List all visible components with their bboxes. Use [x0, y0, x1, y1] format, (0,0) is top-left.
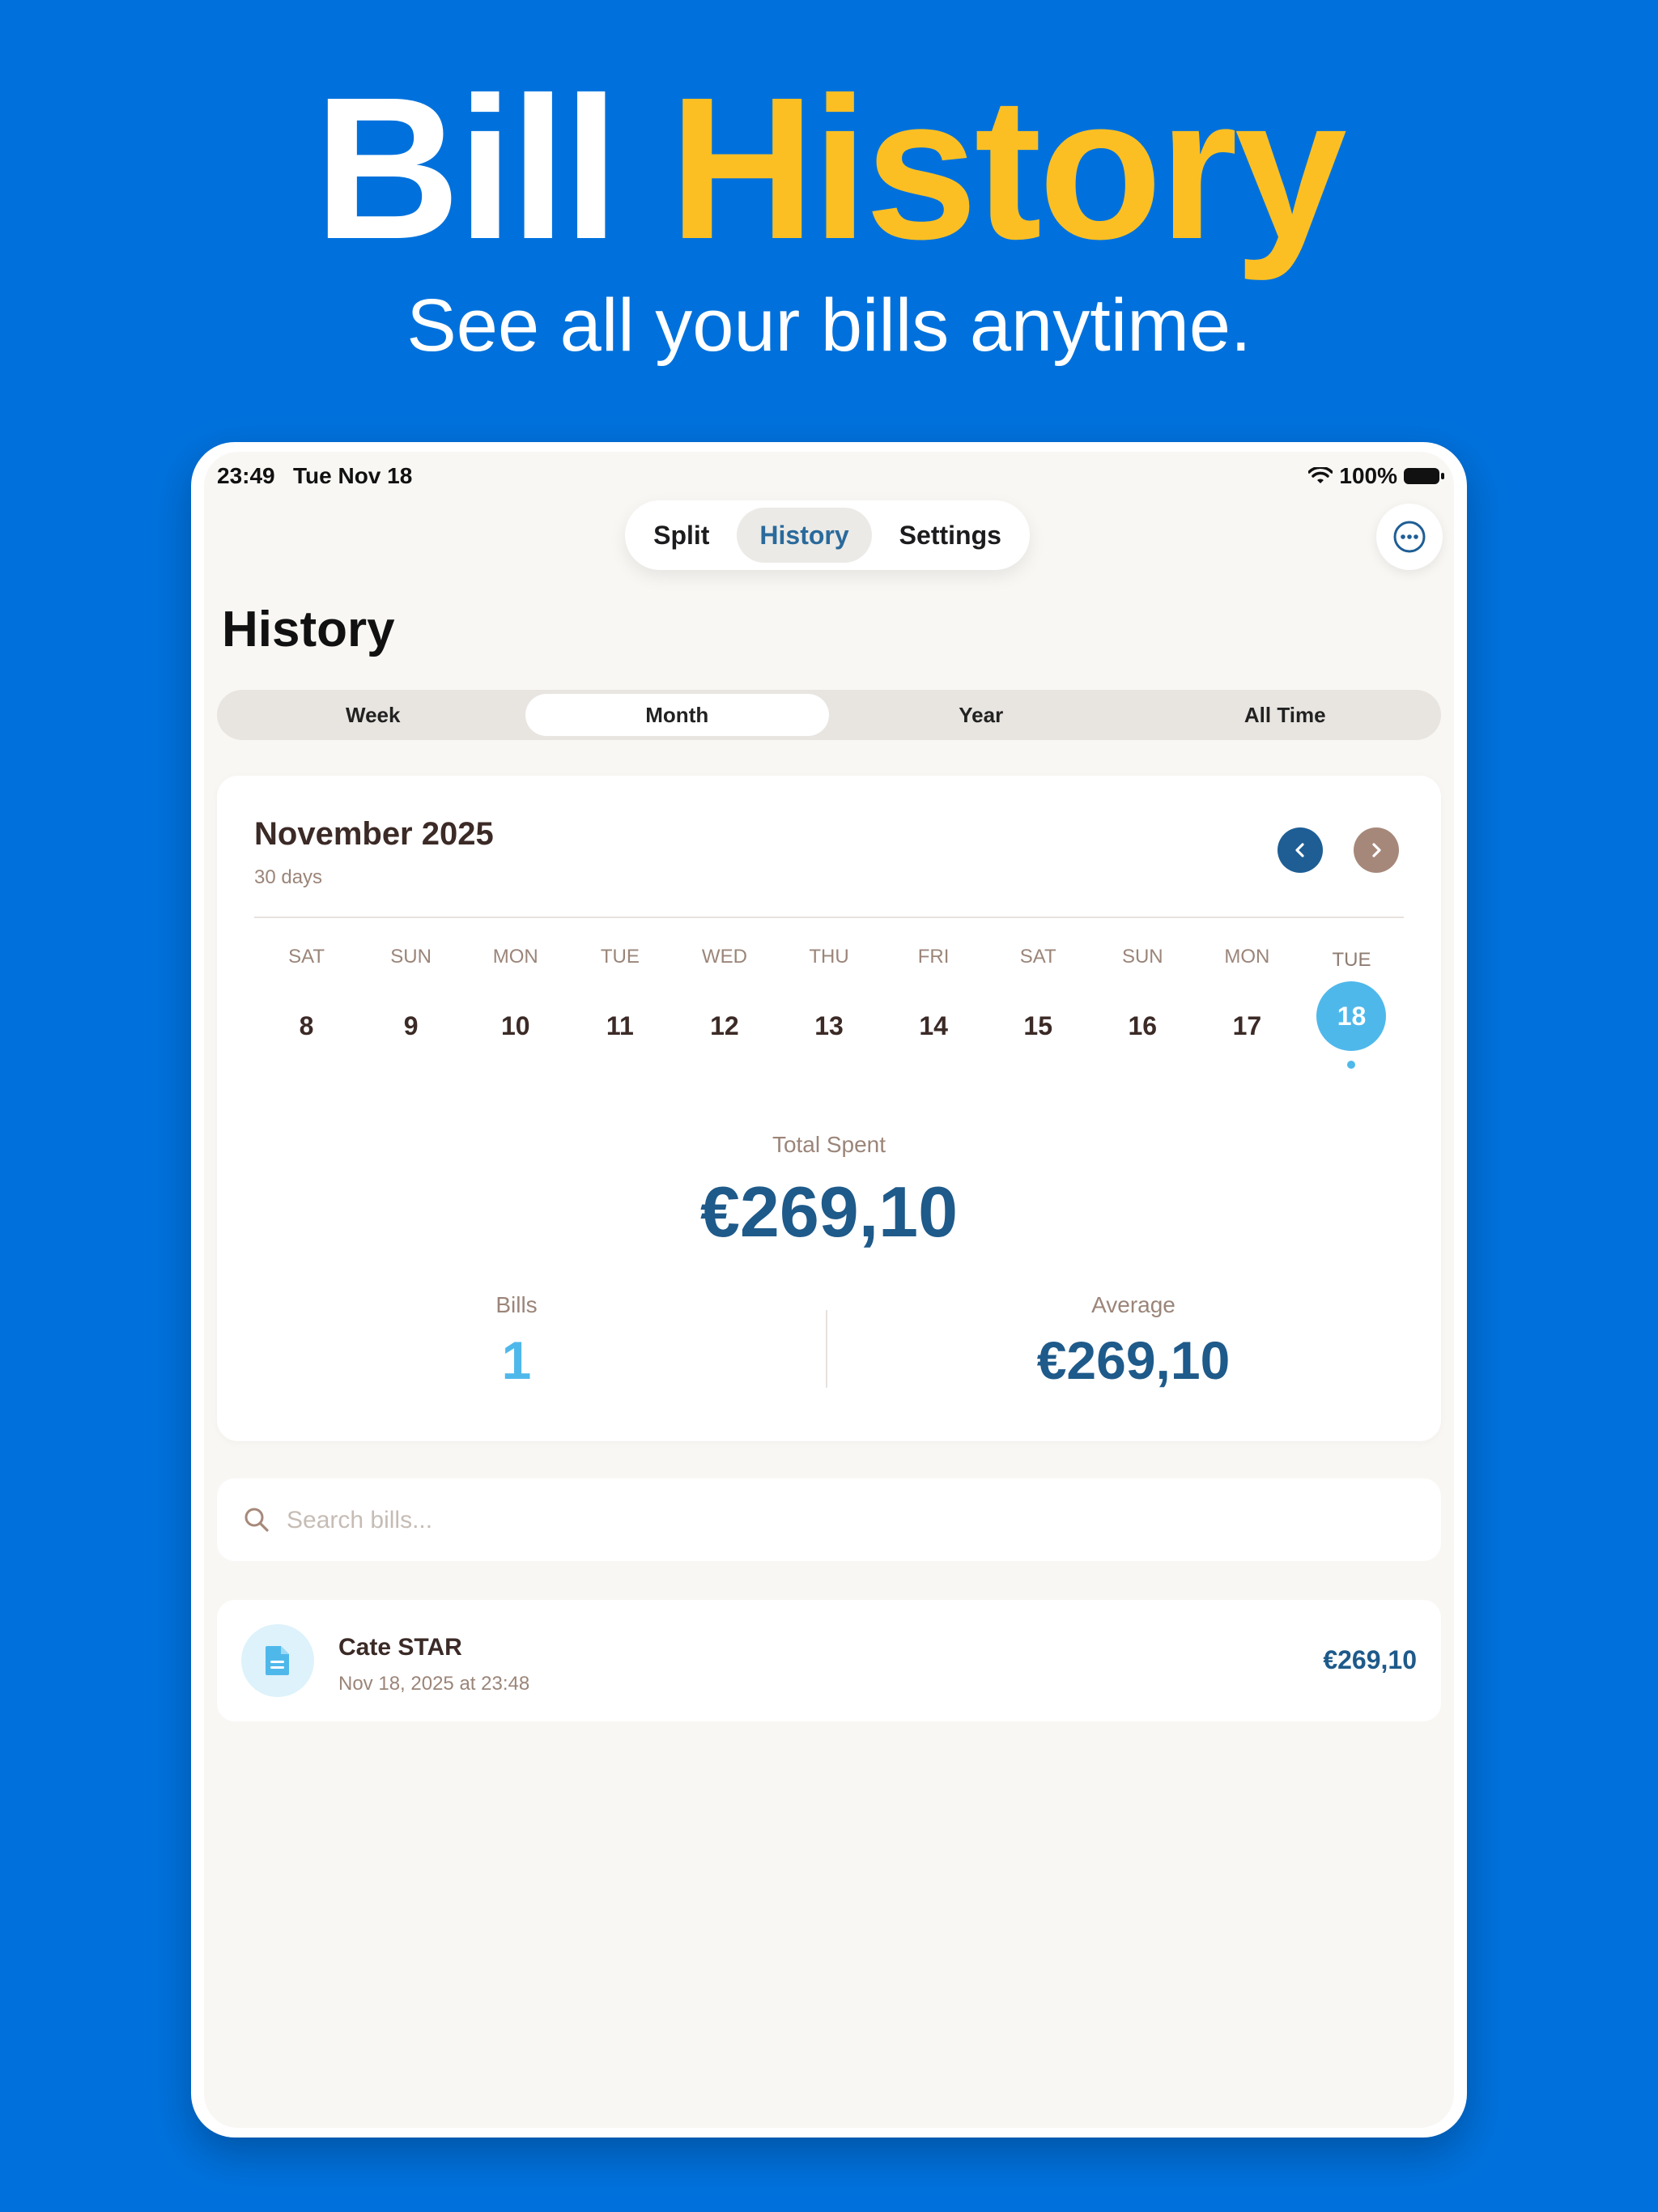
promo-headline: Bill History [0, 57, 1658, 279]
tablet-frame: 23:49 Tue Nov 18 100% Split History Sett… [191, 442, 1467, 2138]
document-icon [266, 1646, 289, 1675]
day-number: 18 [1316, 981, 1387, 1051]
total-spent-value: €269,10 [699, 1172, 959, 1252]
chevron-right-icon [1372, 843, 1381, 857]
day-of-week: TUE [600, 946, 640, 968]
status-time: 23:49 [217, 463, 275, 488]
day-of-week: MON [492, 946, 538, 968]
search-icon [244, 1508, 269, 1532]
day-of-week: WED [701, 946, 747, 968]
status-indicators: 100% [1308, 463, 1444, 489]
day-of-week: MON [1224, 946, 1270, 968]
day-number: 17 [1232, 1010, 1262, 1040]
battery-icon [1404, 468, 1444, 484]
status-date: Tue Nov 18 [293, 463, 413, 488]
day-item[interactable]: SAT 15 [986, 938, 1090, 1083]
bill-indicator-dot [1347, 1061, 1356, 1069]
day-item[interactable]: TUE 11 [568, 938, 672, 1083]
tab-settings[interactable]: Settings [877, 508, 1024, 563]
day-number: 15 [1023, 1010, 1052, 1040]
tab-split[interactable]: Split [631, 508, 732, 563]
day-of-week: SAT [1019, 946, 1056, 968]
summary-card: November 2025 30 days SAT 8 SUN 9 MON 10… [217, 776, 1441, 1441]
bill-list-item[interactable]: Cate STAR Nov 18, 2025 at 23:48 €269,10 [217, 1600, 1441, 1721]
bills-count: 1 [501, 1330, 532, 1390]
day-number: 12 [710, 1010, 739, 1040]
tab-bar: Split History Settings [625, 500, 1030, 570]
page-title: History [222, 602, 395, 657]
promo-subtitle: See all your bills anytime. [406, 284, 1252, 367]
period-filter: Week Month Year All Time [217, 690, 1441, 740]
promo-title-part1: Bill [314, 55, 619, 281]
day-number: 13 [814, 1010, 844, 1040]
day-of-week: SUN [390, 946, 432, 968]
day-number: 10 [500, 1010, 530, 1040]
period-month[interactable]: Month [525, 694, 829, 736]
average-label: Average [1091, 1292, 1175, 1317]
tab-history[interactable]: History [737, 508, 872, 563]
day-number: 11 [606, 1010, 634, 1040]
day-number: 8 [299, 1010, 314, 1040]
more-button[interactable] [1376, 504, 1443, 570]
day-of-week: FRI [917, 946, 950, 968]
average-value: €269,10 [1036, 1330, 1231, 1390]
period-week[interactable]: Week [221, 694, 525, 736]
ellipsis-circle-icon [1393, 521, 1426, 553]
wifi-icon [1308, 467, 1333, 483]
day-of-week: SAT [288, 946, 325, 968]
total-spent-label: Total Spent [772, 1132, 886, 1157]
search-bar [217, 1478, 1441, 1561]
day-number: 14 [919, 1010, 948, 1040]
bills-stat: Bills 1 [233, 1292, 800, 1391]
app-screen: 23:49 Tue Nov 18 100% Split History Sett… [204, 452, 1454, 2128]
chevron-left-icon [1295, 843, 1304, 857]
status-bar: 23:49 Tue Nov 18 100% [204, 452, 1454, 492]
day-item-selected[interactable]: TUE 18 [1299, 938, 1404, 1083]
average-stat: Average €269,10 [826, 1292, 1441, 1391]
day-item[interactable]: SUN 9 [359, 938, 463, 1083]
bill-date: Nov 18, 2025 at 23:48 [338, 1673, 530, 1695]
day-number: 9 [403, 1010, 419, 1040]
day-item[interactable]: MON 10 [463, 938, 568, 1083]
period-year[interactable]: Year [829, 694, 1133, 736]
day-item[interactable]: FRI 14 [882, 938, 986, 1083]
bill-title: Cate STAR [338, 1634, 462, 1661]
bill-amount: €269,10 [1323, 1645, 1417, 1674]
bill-icon-badge [241, 1624, 314, 1697]
month-title: November 2025 [254, 816, 494, 852]
day-of-week: TUE [1332, 949, 1371, 971]
period-all-time[interactable]: All Time [1133, 694, 1438, 736]
day-of-week: THU [809, 946, 849, 968]
previous-month-button[interactable] [1278, 827, 1323, 873]
day-item[interactable]: MON 17 [1195, 938, 1299, 1083]
day-item[interactable]: SUN 16 [1090, 938, 1195, 1083]
next-month-button[interactable] [1354, 827, 1399, 873]
day-number: 16 [1128, 1010, 1158, 1040]
day-strip: SAT 8 SUN 9 MON 10 TUE 11 WED 12 THU 13 … [254, 938, 1404, 1083]
day-of-week: SUN [1121, 946, 1163, 968]
month-days-count: 30 days [254, 866, 323, 888]
search-input[interactable] [285, 1498, 1422, 1543]
day-item[interactable]: WED 12 [672, 938, 776, 1083]
day-item[interactable]: THU 13 [776, 938, 881, 1083]
promo-title-part2: History [669, 55, 1347, 281]
battery-percent: 100% [1339, 463, 1397, 488]
calendar-divider [254, 917, 1404, 918]
day-item[interactable]: SAT 8 [254, 938, 359, 1083]
bills-label: Bills [495, 1292, 538, 1317]
